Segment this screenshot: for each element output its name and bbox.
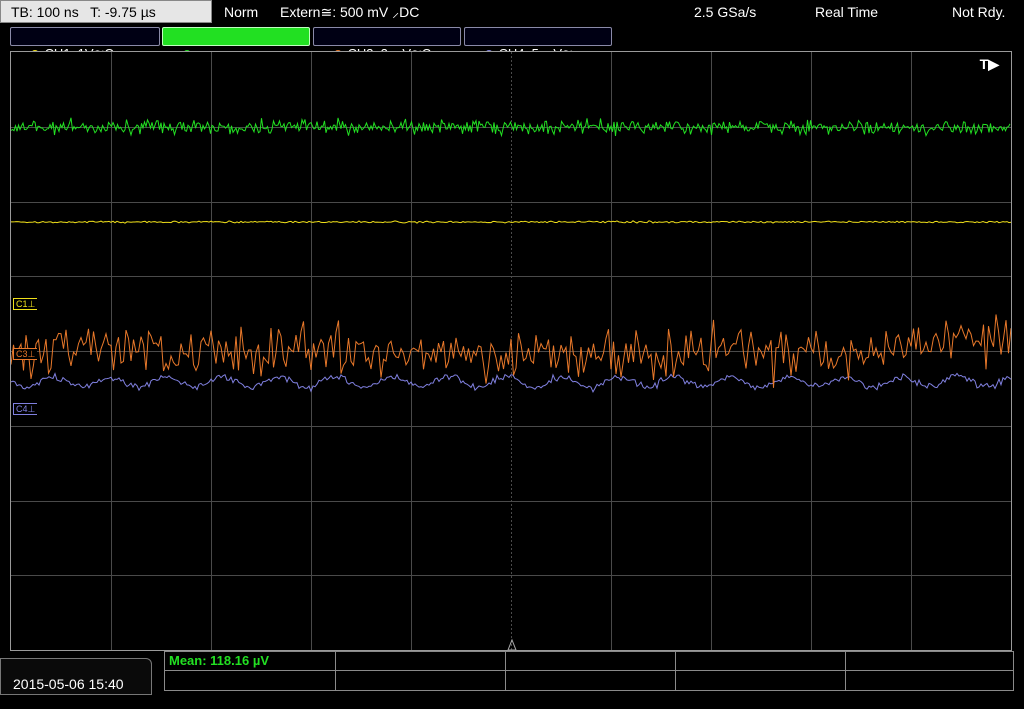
waveform-display[interactable]: T▶ C1⊥ C3⊥ C4⊥ xyxy=(10,51,1012,651)
measurement-cell-divider xyxy=(675,652,676,690)
channel-3-button[interactable]: CH3: 2 mV≅Ω xyxy=(313,27,461,61)
measurement-cell-divider xyxy=(335,652,336,690)
sample-rate: 2.5 GSa/s xyxy=(694,4,757,20)
timebase-readout[interactable]: TB: 100 ns T: -9.75 µs xyxy=(0,0,212,23)
acquisition-status: Not Rdy. xyxy=(952,4,1006,20)
trigger-mode[interactable]: Norm xyxy=(224,0,258,24)
channel-1-offset-marker[interactable]: C1⊥ xyxy=(13,298,38,310)
measurement-table: Mean: 118.16 µV xyxy=(164,651,1014,691)
channel-2-trace xyxy=(11,117,1011,138)
channel-3-offset-marker[interactable]: C3⊥ xyxy=(13,348,38,360)
trigger-marker: T▶ xyxy=(979,56,999,72)
date-time-display: 2015-05-06 15:40 xyxy=(0,658,152,695)
measurement-cell-divider xyxy=(845,652,846,690)
channel-bar: CH1: 1V≅Ω CH2: 5 mV≅Ω CH3: 2 mV≅Ω CH4: 5… xyxy=(0,25,1024,61)
acquisition-mode: Real Time xyxy=(815,4,879,20)
channel-4-offset-marker[interactable]: C4⊥ xyxy=(13,403,38,415)
channel-2-button[interactable]: CH2: 5 mV≅Ω xyxy=(162,27,310,61)
bottom-panel: 2015-05-06 15:40 Mean: 118.16 µV xyxy=(0,651,1024,695)
channel-4-button[interactable]: CH4: 5 mV≅ xyxy=(464,27,612,61)
mean-measurement[interactable]: Mean: 118.16 µV xyxy=(169,653,269,669)
status-bar: TB: 100 ns T: -9.75 µs Norm Extern≅: 500… xyxy=(0,0,1024,24)
trigger-source[interactable]: Extern≅: 500 mV ⸝DC xyxy=(280,0,419,24)
measurement-cell-divider xyxy=(505,652,506,690)
waveform-canvas xyxy=(11,52,1011,650)
measurement-divider xyxy=(165,670,1013,671)
channel-1-button[interactable]: CH1: 1V≅Ω xyxy=(10,27,160,61)
